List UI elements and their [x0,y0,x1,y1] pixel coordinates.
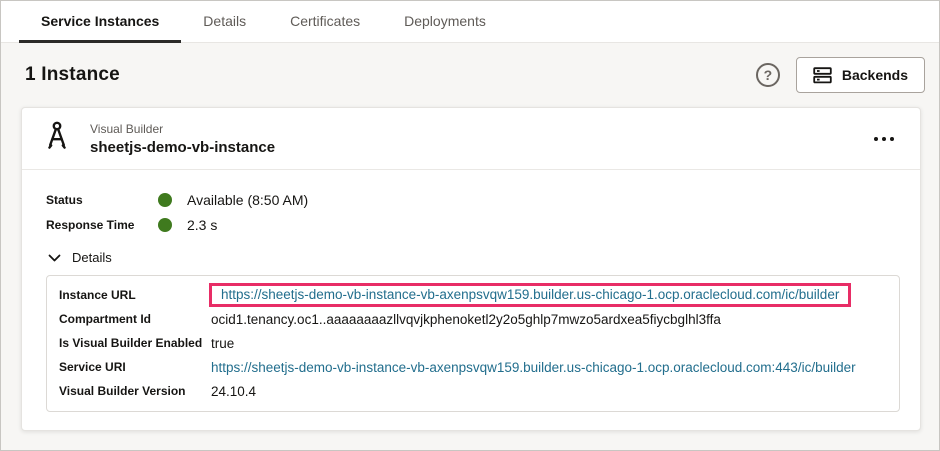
instance-name: sheetjs-demo-vb-instance [90,139,275,156]
field-row-compartment-id: Compartment Id ocid1.tenancy.oc1..aaaaaa… [59,307,887,331]
field-row-is-vb-enabled: Is Visual Builder Enabled true [59,331,887,355]
response-time-green-dot-icon [158,218,172,232]
service-uri-link[interactable]: https://sheetjs-demo-vb-instance-vb-axen… [211,360,856,375]
field-row-service-uri: Service URI https://sheetjs-demo-vb-inst… [59,355,887,379]
instance-card-body: Status Available (8:50 AM) Response Time… [22,170,920,430]
chevron-down-icon [48,254,61,262]
tab-bar: Service Instances Details Certificates D… [1,1,939,43]
help-icon[interactable]: ? [756,63,780,87]
instance-url-link[interactable]: https://sheetjs-demo-vb-instance-vb-axen… [221,287,839,302]
status-label: Status [46,193,158,207]
header-actions: ? Backends [756,57,925,93]
tab-service-instances[interactable]: Service Instances [19,1,181,43]
response-time-row: Response Time 2.3 s [46,217,900,233]
compartment-id-value: ocid1.tenancy.oc1..aaaaaaaazllvqvjkpheno… [211,312,721,327]
field-label: Visual Builder Version [59,384,211,398]
status-value: Available (8:50 AM) [187,192,308,208]
instance-card-titles: Visual Builder sheetjs-demo-vb-instance [90,122,275,156]
page-title: 1 Instance [25,64,120,86]
is-vb-enabled-value: true [211,336,234,351]
instance-type-label: Visual Builder [90,122,275,136]
server-stack-icon [813,67,832,84]
ellipsis-menu-icon[interactable] [866,131,902,147]
status-green-dot-icon [158,193,172,207]
details-fields-panel: Instance URL https://sheetjs-demo-vb-ins… [46,275,900,412]
instance-card: Visual Builder sheetjs-demo-vb-instance … [21,107,921,431]
instance-card-header: Visual Builder sheetjs-demo-vb-instance [22,108,920,170]
response-time-value: 2.3 s [187,217,217,233]
tab-deployments[interactable]: Deployments [382,1,508,43]
page-header: 1 Instance ? Backends [1,43,939,105]
field-label: Service URI [59,360,211,374]
response-time-label: Response Time [46,218,158,232]
backends-button-label: Backends [842,67,908,83]
field-row-vb-version: Visual Builder Version 24.10.4 [59,379,887,403]
annotation-highlight-box: https://sheetjs-demo-vb-instance-vb-axen… [209,283,851,307]
vb-version-value: 24.10.4 [211,384,256,399]
drafting-compass-icon [46,121,68,156]
field-row-instance-url: Instance URL https://sheetjs-demo-vb-ins… [59,283,887,307]
field-label: Is Visual Builder Enabled [59,336,211,350]
status-row: Status Available (8:50 AM) [46,192,900,208]
field-label: Compartment Id [59,312,211,326]
field-label: Instance URL [59,288,211,302]
details-expander-label: Details [72,250,112,265]
details-expander[interactable]: Details [48,250,900,265]
tab-details[interactable]: Details [181,1,268,43]
field-value: https://sheetjs-demo-vb-instance-vb-axen… [211,283,851,307]
backends-button[interactable]: Backends [796,57,925,93]
tab-certificates[interactable]: Certificates [268,1,382,43]
